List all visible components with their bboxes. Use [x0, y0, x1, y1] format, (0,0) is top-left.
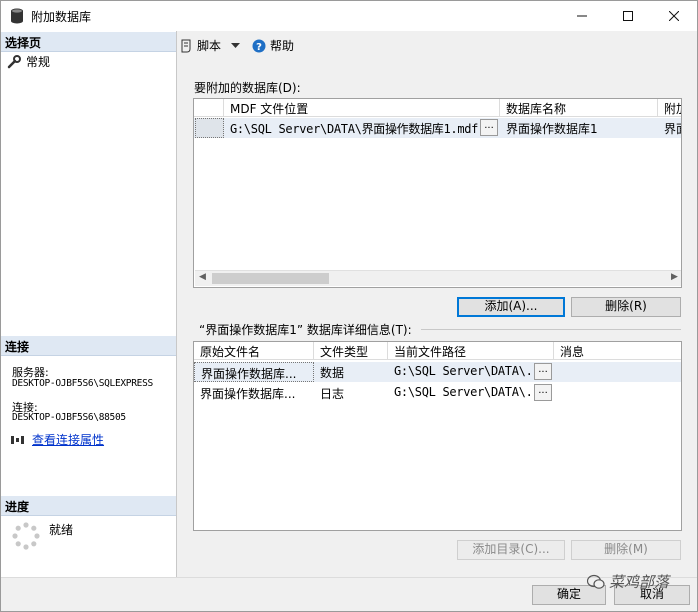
toolbar: 脚本 ? 帮助	[179, 37, 294, 54]
chevron-down-icon[interactable]	[231, 42, 241, 49]
maximize-button[interactable]	[605, 1, 651, 31]
help-label: 帮助	[270, 39, 295, 53]
connection-header: 连接	[1, 336, 176, 356]
file-type-cell: 日志	[320, 387, 345, 401]
db-name-cell[interactable]: 界面操作数据库1	[500, 118, 658, 138]
message-cell	[554, 383, 681, 403]
progress-header: 进度	[1, 496, 176, 516]
table-row[interactable]: 界面操作数据库... 数据 G:\SQL Server\DATA\... ...	[194, 362, 681, 382]
select-page-header: 选择页	[1, 32, 176, 52]
scroll-thumb[interactable]	[212, 273, 329, 284]
svg-text:?: ?	[256, 42, 262, 53]
current-path-cell[interactable]: G:\SQL Server\DATA\...	[388, 362, 534, 382]
wechat-icon	[587, 574, 605, 589]
attach-databases-label: 要附加的数据库(D):	[194, 81, 301, 95]
column-header-mdf[interactable]: MDF 文件位置	[224, 99, 500, 117]
column-header-message[interactable]: 消息	[554, 342, 681, 360]
scroll-left-icon[interactable]: ◀	[199, 272, 206, 282]
details-label: “界面操作数据库1” 数据库详细信息(T):	[199, 323, 412, 337]
remove-file-button[interactable]: 删除(M)	[571, 540, 681, 560]
script-icon	[181, 39, 191, 52]
minimize-icon	[577, 15, 587, 17]
column-header-file-type[interactable]: 文件类型	[314, 342, 388, 360]
column-header-db-name[interactable]: 数据库名称	[500, 99, 658, 117]
table-row[interactable]: G:\SQL Server\DATA\界面操作数据库1.mdf ... 界面操作…	[194, 118, 681, 138]
connection-icon	[11, 435, 24, 444]
row-header-corner	[194, 99, 224, 117]
attach-database-dialog: 附加数据库 选择页 常规 连接 服务器: DESKTOP-OJBF5S6\SQL…	[0, 0, 698, 612]
left-pane: 选择页 常规 连接 服务器: DESKTOP-OJBF5S6\SQLEXPRES…	[1, 31, 177, 577]
horizontal-scrollbar[interactable]: ◀ ▶	[195, 270, 681, 286]
close-button[interactable]	[651, 1, 697, 31]
browse-path-button[interactable]: ...	[534, 363, 552, 380]
database-details-grid: 原始文件名 文件类型 当前文件路径 消息 界面操作数据库... 数据 G:\SQ…	[193, 341, 682, 531]
browse-path-button[interactable]: ...	[534, 384, 552, 401]
watermark: 菜鸡部落	[587, 571, 669, 592]
attach-databases-grid: MDF 文件位置 数据库名称 附加 G:\SQL Server\DATA\界面操…	[193, 98, 682, 288]
table-row[interactable]: 界面操作数据库... 日志 G:\SQL Server\DATA\... ...	[194, 383, 681, 403]
close-icon	[669, 11, 679, 21]
browse-mdf-button[interactable]: ...	[480, 119, 498, 136]
window-title: 附加数据库	[31, 10, 92, 24]
script-label: 脚本	[197, 39, 222, 53]
maximize-icon	[623, 11, 633, 21]
minimize-button[interactable]	[559, 1, 605, 31]
column-header-current-path[interactable]: 当前文件路径	[388, 342, 554, 360]
wrench-icon	[7, 54, 21, 68]
original-file-cell[interactable]: 界面操作数据库...	[194, 383, 314, 403]
watermark-text: 菜鸡部落	[609, 573, 670, 591]
column-header-original-file[interactable]: 原始文件名	[194, 342, 314, 360]
connection-value: DESKTOP-OJBF5S6\88505	[12, 412, 126, 423]
title-bar: 附加数据库	[1, 1, 697, 31]
page-item-label: 常规	[26, 55, 51, 69]
database-icon	[11, 8, 23, 24]
add-catalog-button[interactable]: 添加目录(C)...	[457, 540, 565, 560]
scroll-right-icon[interactable]: ▶	[671, 272, 678, 282]
progress-area: 就绪	[11, 521, 73, 551]
page-item-general[interactable]: 常规	[7, 53, 50, 70]
original-file-cell[interactable]: 界面操作数据库...	[194, 362, 314, 382]
help-icon: ?	[252, 39, 266, 53]
mdf-path-cell[interactable]: G:\SQL Server\DATA\界面操作数据库1.mdf	[224, 118, 478, 138]
view-connection-properties[interactable]: 查看连接属性	[10, 431, 104, 448]
progress-spinner-icon	[12, 522, 40, 550]
add-database-button[interactable]: 添加(A)...	[457, 297, 565, 317]
details-separator	[421, 329, 681, 330]
script-button[interactable]: 脚本	[179, 37, 241, 54]
help-button[interactable]: ? 帮助	[252, 37, 294, 54]
current-path-cell[interactable]: G:\SQL Server\DATA\...	[388, 383, 534, 403]
server-value: DESKTOP-OJBF5S6\SQLEXPRESS	[12, 378, 153, 389]
column-header-attach[interactable]: 附加	[658, 99, 681, 117]
row-selector[interactable]	[195, 118, 224, 138]
attach-as-cell[interactable]: 界面	[658, 118, 681, 138]
message-cell	[554, 362, 681, 382]
view-connection-properties-link[interactable]: 查看连接属性	[32, 431, 104, 448]
progress-status: 就绪	[49, 523, 74, 537]
file-type-cell: 数据	[320, 366, 345, 380]
remove-database-button[interactable]: 删除(R)	[571, 297, 681, 317]
